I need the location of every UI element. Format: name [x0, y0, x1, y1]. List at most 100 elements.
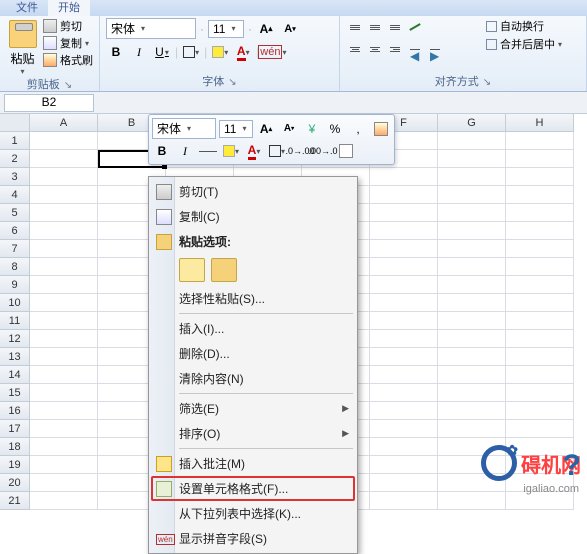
ctx-insert[interactable]: 插入(I)... [151, 316, 355, 341]
cell[interactable] [370, 384, 438, 402]
font-name-select[interactable]: 宋体▾ [106, 18, 196, 39]
ctx-copy[interactable]: 复制(C) [151, 204, 355, 229]
paste-option-values[interactable] [211, 258, 237, 282]
cell[interactable] [30, 402, 98, 420]
cell[interactable] [438, 294, 506, 312]
cell[interactable] [370, 240, 438, 258]
cell[interactable] [438, 456, 506, 474]
mini-grow-font[interactable]: A▴ [256, 119, 276, 139]
cell[interactable] [30, 258, 98, 276]
align-middle-button[interactable] [366, 18, 384, 36]
ctx-insert-comment[interactable]: 插入批注(M) [151, 451, 355, 476]
paste-option-keep-source[interactable] [179, 258, 205, 282]
cell[interactable] [438, 330, 506, 348]
row-header-11[interactable]: 11 [0, 312, 30, 330]
shrink-font-button[interactable]: A▾ [280, 19, 300, 39]
cell[interactable] [370, 456, 438, 474]
ctx-cut[interactable]: 剪切(T) [151, 179, 355, 204]
row-header-20[interactable]: 20 [0, 474, 30, 492]
cell[interactable] [438, 402, 506, 420]
row-header-21[interactable]: 21 [0, 492, 30, 510]
increase-indent-button[interactable]: ▶ [426, 40, 444, 58]
cell[interactable] [370, 276, 438, 294]
cell[interactable] [438, 258, 506, 276]
tab-file[interactable]: 文件 [6, 0, 48, 16]
ctx-sort[interactable]: 排序(O)▶ [151, 421, 355, 446]
dialog-launcher-icon[interactable]: ↘ [228, 77, 236, 88]
cell[interactable] [438, 222, 506, 240]
cell[interactable] [506, 294, 574, 312]
cell[interactable] [438, 240, 506, 258]
cell[interactable] [30, 420, 98, 438]
cell[interactable] [30, 438, 98, 456]
cell[interactable] [30, 276, 98, 294]
row-header-2[interactable]: 2 [0, 150, 30, 168]
cell[interactable] [30, 294, 98, 312]
cell[interactable] [370, 420, 438, 438]
cell[interactable] [438, 438, 506, 456]
cell[interactable] [30, 240, 98, 258]
row-header-15[interactable]: 15 [0, 384, 30, 402]
mini-merge[interactable] [336, 141, 356, 161]
cell[interactable] [438, 132, 506, 150]
paste-button[interactable]: 粘贴 ▾ [6, 18, 39, 76]
cell[interactable] [370, 312, 438, 330]
cell[interactable] [370, 492, 438, 510]
row-header-7[interactable]: 7 [0, 240, 30, 258]
bold-button[interactable]: B [106, 42, 126, 62]
cell[interactable] [438, 204, 506, 222]
cell[interactable] [506, 186, 574, 204]
align-left-button[interactable] [346, 40, 364, 58]
cell[interactable] [506, 222, 574, 240]
cell[interactable] [30, 384, 98, 402]
row-header-14[interactable]: 14 [0, 366, 30, 384]
cell[interactable] [506, 366, 574, 384]
cell[interactable] [438, 474, 506, 492]
cell[interactable] [370, 186, 438, 204]
cell[interactable] [370, 222, 438, 240]
cell[interactable] [30, 330, 98, 348]
cell[interactable] [370, 330, 438, 348]
cell[interactable] [30, 492, 98, 510]
cell[interactable] [506, 402, 574, 420]
cell[interactable] [30, 366, 98, 384]
mini-currency[interactable]: ¥ [302, 119, 322, 139]
mini-align-center[interactable] [198, 141, 218, 161]
mini-font-color[interactable]: A▾ [244, 141, 264, 161]
ctx-format-cells[interactable]: 设置单元格格式(F)... [151, 476, 355, 501]
dialog-launcher-icon[interactable]: ↘ [64, 80, 72, 91]
row-header-6[interactable]: 6 [0, 222, 30, 240]
col-header-H[interactable]: H [506, 114, 574, 132]
row-header-16[interactable]: 16 [0, 402, 30, 420]
ctx-delete[interactable]: 删除(D)... [151, 341, 355, 366]
cell[interactable] [506, 240, 574, 258]
cell[interactable] [370, 168, 438, 186]
tab-home[interactable]: 开始 [48, 0, 90, 16]
mini-shrink-font[interactable]: A▾ [279, 119, 299, 139]
ctx-filter[interactable]: 筛选(E)▶ [151, 396, 355, 421]
cell[interactable] [438, 186, 506, 204]
cell[interactable] [438, 150, 506, 168]
cell[interactable] [506, 132, 574, 150]
row-header-12[interactable]: 12 [0, 330, 30, 348]
merge-center-button[interactable]: 合并后居中▾ [486, 36, 562, 52]
cell[interactable] [438, 168, 506, 186]
select-all-corner[interactable] [0, 114, 30, 132]
cell[interactable] [506, 258, 574, 276]
row-header-8[interactable]: 8 [0, 258, 30, 276]
cell[interactable] [438, 420, 506, 438]
cell[interactable] [438, 384, 506, 402]
cell[interactable] [30, 474, 98, 492]
cell[interactable] [370, 402, 438, 420]
mini-font-size[interactable]: 11▾ [219, 120, 253, 138]
row-header-9[interactable]: 9 [0, 276, 30, 294]
ctx-paste-special[interactable]: 选择性粘贴(S)... [151, 286, 355, 311]
cut-button[interactable]: 剪切 [43, 18, 93, 34]
cell[interactable] [438, 276, 506, 294]
row-header-5[interactable]: 5 [0, 204, 30, 222]
cell[interactable] [438, 348, 506, 366]
row-header-18[interactable]: 18 [0, 438, 30, 456]
format-painter-button[interactable]: 格式刷 [43, 52, 93, 68]
cell[interactable] [370, 294, 438, 312]
cell[interactable] [506, 384, 574, 402]
